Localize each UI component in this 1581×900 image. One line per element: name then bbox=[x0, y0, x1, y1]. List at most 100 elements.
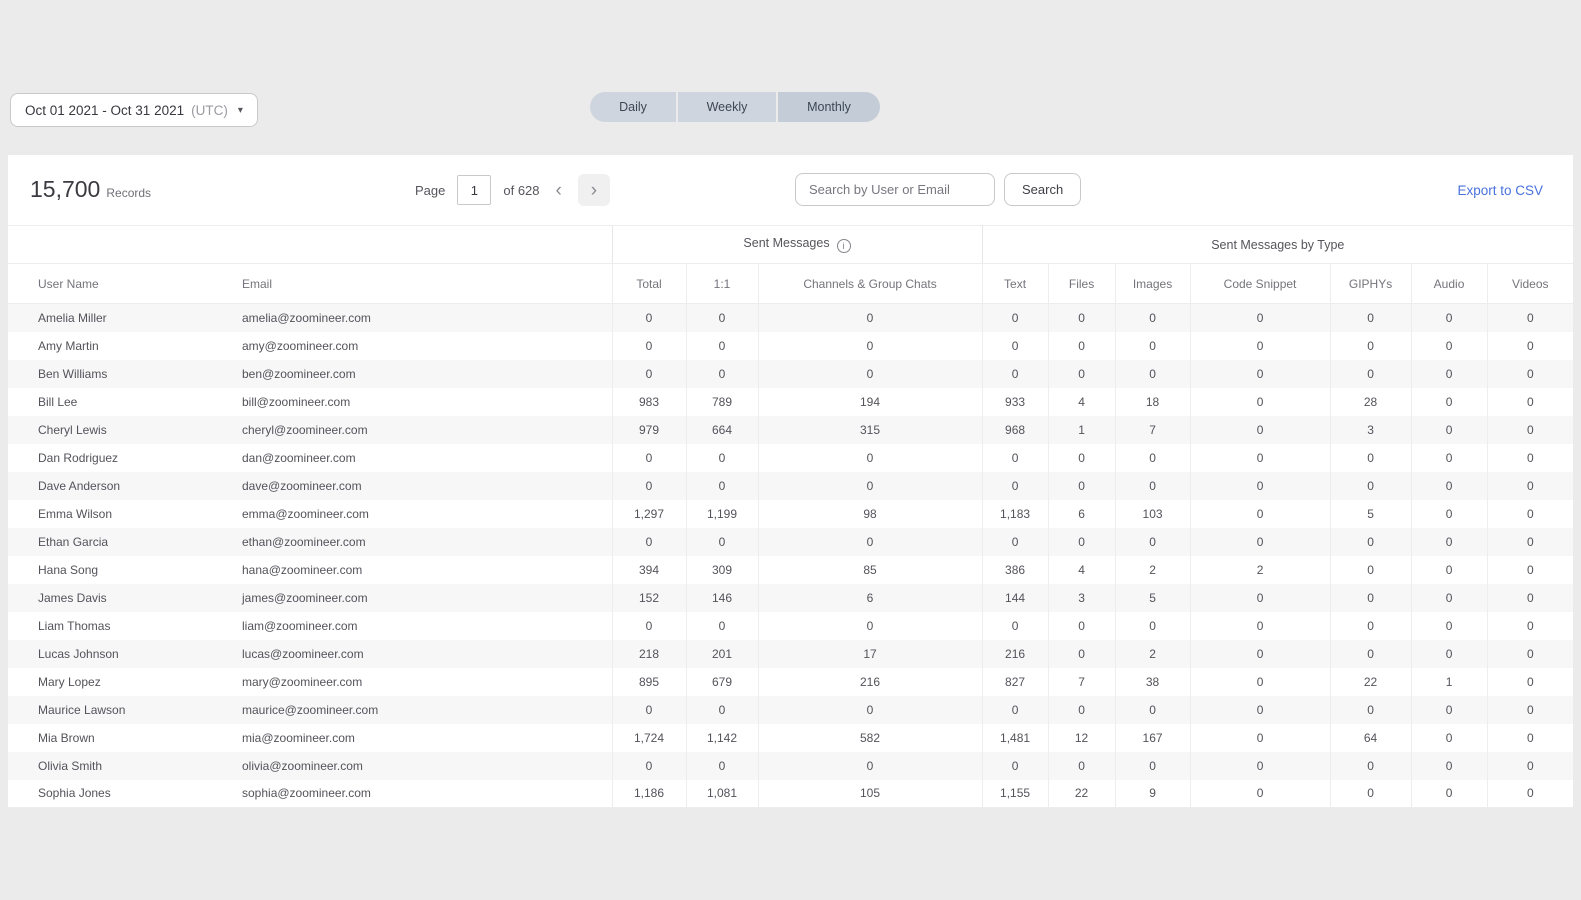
table-row: Ben Williamsben@zoomineer.com0000000000 bbox=[8, 360, 1573, 388]
table-row: Cheryl Lewischeryl@zoomineer.com97966431… bbox=[8, 416, 1573, 444]
column-header-giphys: GIPHYs bbox=[1330, 264, 1411, 304]
value-cell: 0 bbox=[1330, 332, 1411, 360]
table-row: Olivia Smitholivia@zoomineer.com00000000… bbox=[8, 752, 1573, 780]
value-cell: 0 bbox=[1330, 472, 1411, 500]
value-cell: 0 bbox=[1411, 752, 1487, 780]
user-name-cell: Bill Lee bbox=[8, 388, 230, 416]
toggle-monthly[interactable]: Monthly bbox=[776, 92, 880, 122]
column-header-files: Files bbox=[1048, 264, 1115, 304]
next-page-button[interactable]: › bbox=[578, 174, 610, 206]
toggle-daily[interactable]: Daily bbox=[590, 92, 676, 122]
user-name-cell: Sophia Jones bbox=[8, 780, 230, 808]
table-toolbar: 15,700 Records Page of 628 ‹ › Search Ex… bbox=[8, 155, 1573, 225]
value-cell: 6 bbox=[1048, 500, 1115, 528]
value-cell: 0 bbox=[1115, 304, 1190, 332]
value-cell: 933 bbox=[982, 388, 1048, 416]
value-cell: 0 bbox=[612, 528, 686, 556]
value-cell: 0 bbox=[1115, 752, 1190, 780]
value-cell: 201 bbox=[686, 640, 758, 668]
value-cell: 0 bbox=[1487, 360, 1573, 388]
value-cell: 0 bbox=[758, 752, 982, 780]
value-cell: 9 bbox=[1115, 780, 1190, 808]
value-cell: 0 bbox=[1115, 332, 1190, 360]
value-cell: 1 bbox=[1411, 668, 1487, 696]
value-cell: 0 bbox=[1487, 752, 1573, 780]
value-cell: 3 bbox=[1048, 584, 1115, 612]
sent-messages-label: Sent Messages bbox=[743, 236, 829, 250]
date-range-picker[interactable]: Oct 01 2021 - Oct 31 2021 (UTC) ▾ bbox=[10, 93, 258, 127]
column-header-user-name: User Name bbox=[8, 264, 230, 304]
records-count: 15,700 bbox=[30, 176, 100, 203]
value-cell: 1,142 bbox=[686, 724, 758, 752]
page-input[interactable] bbox=[457, 175, 491, 205]
value-cell: 0 bbox=[758, 332, 982, 360]
value-cell: 789 bbox=[686, 388, 758, 416]
table-row: Dan Rodriguezdan@zoomineer.com0000000000 bbox=[8, 444, 1573, 472]
value-cell: 0 bbox=[1487, 556, 1573, 584]
table-row: Hana Songhana@zoomineer.com3943098538642… bbox=[8, 556, 1573, 584]
value-cell: 0 bbox=[1411, 388, 1487, 416]
value-cell: 0 bbox=[1487, 416, 1573, 444]
value-cell: 144 bbox=[982, 584, 1048, 612]
value-cell: 0 bbox=[1411, 444, 1487, 472]
value-cell: 0 bbox=[612, 444, 686, 472]
search-input[interactable] bbox=[795, 173, 995, 206]
value-cell: 0 bbox=[982, 752, 1048, 780]
value-cell: 0 bbox=[758, 472, 982, 500]
export-to-csv-link[interactable]: Export to CSV bbox=[1457, 183, 1543, 198]
value-cell: 1,186 bbox=[612, 780, 686, 808]
group-header-row: Sent Messages i Sent Messages by Type bbox=[8, 226, 1573, 264]
value-cell: 0 bbox=[1487, 780, 1573, 808]
value-cell: 0 bbox=[1330, 752, 1411, 780]
value-cell: 22 bbox=[1048, 780, 1115, 808]
table-row: Sophia Jonessophia@zoomineer.com1,1861,0… bbox=[8, 780, 1573, 808]
records-label: Records bbox=[106, 186, 151, 200]
timezone-label: (UTC) bbox=[191, 103, 228, 118]
value-cell: 28 bbox=[1330, 388, 1411, 416]
value-cell: 968 bbox=[982, 416, 1048, 444]
value-cell: 0 bbox=[758, 528, 982, 556]
value-cell: 0 bbox=[1411, 696, 1487, 724]
value-cell: 0 bbox=[1190, 752, 1330, 780]
value-cell: 0 bbox=[1487, 584, 1573, 612]
email-cell: ben@zoomineer.com bbox=[230, 360, 612, 388]
column-header-images: Images bbox=[1115, 264, 1190, 304]
value-cell: 0 bbox=[1190, 612, 1330, 640]
value-cell: 0 bbox=[1115, 360, 1190, 388]
value-cell: 0 bbox=[686, 444, 758, 472]
value-cell: 0 bbox=[1190, 332, 1330, 360]
value-cell: 0 bbox=[1190, 584, 1330, 612]
value-cell: 85 bbox=[758, 556, 982, 584]
value-cell: 0 bbox=[982, 444, 1048, 472]
email-cell: bill@zoomineer.com bbox=[230, 388, 612, 416]
sent-messages-by-type-label: Sent Messages by Type bbox=[1211, 238, 1344, 252]
value-cell: 0 bbox=[1330, 612, 1411, 640]
value-cell: 0 bbox=[1115, 444, 1190, 472]
value-cell: 1 bbox=[1048, 416, 1115, 444]
email-cell: amy@zoomineer.com bbox=[230, 332, 612, 360]
value-cell: 0 bbox=[1411, 332, 1487, 360]
user-name-cell: Ben Williams bbox=[8, 360, 230, 388]
value-cell: 0 bbox=[982, 332, 1048, 360]
value-cell: 309 bbox=[686, 556, 758, 584]
value-cell: 0 bbox=[1487, 500, 1573, 528]
value-cell: 983 bbox=[612, 388, 686, 416]
info-icon[interactable]: i bbox=[837, 239, 851, 253]
search-button[interactable]: Search bbox=[1004, 173, 1081, 206]
value-cell: 0 bbox=[612, 332, 686, 360]
toggle-weekly[interactable]: Weekly bbox=[676, 92, 776, 122]
value-cell: 0 bbox=[1487, 696, 1573, 724]
previous-page-button[interactable]: ‹ bbox=[552, 181, 566, 200]
value-cell: 315 bbox=[758, 416, 982, 444]
email-cell: mia@zoomineer.com bbox=[230, 724, 612, 752]
value-cell: 103 bbox=[1115, 500, 1190, 528]
chevron-down-icon: ▾ bbox=[238, 105, 243, 116]
user-name-cell: Maurice Lawson bbox=[8, 696, 230, 724]
value-cell: 0 bbox=[1048, 304, 1115, 332]
page-total: of 628 bbox=[503, 183, 539, 198]
search-area: Search bbox=[795, 173, 1081, 206]
table-row: Mia Brownmia@zoomineer.com1,7241,1425821… bbox=[8, 724, 1573, 752]
value-cell: 0 bbox=[1190, 780, 1330, 808]
value-cell: 1,724 bbox=[612, 724, 686, 752]
value-cell: 18 bbox=[1115, 388, 1190, 416]
